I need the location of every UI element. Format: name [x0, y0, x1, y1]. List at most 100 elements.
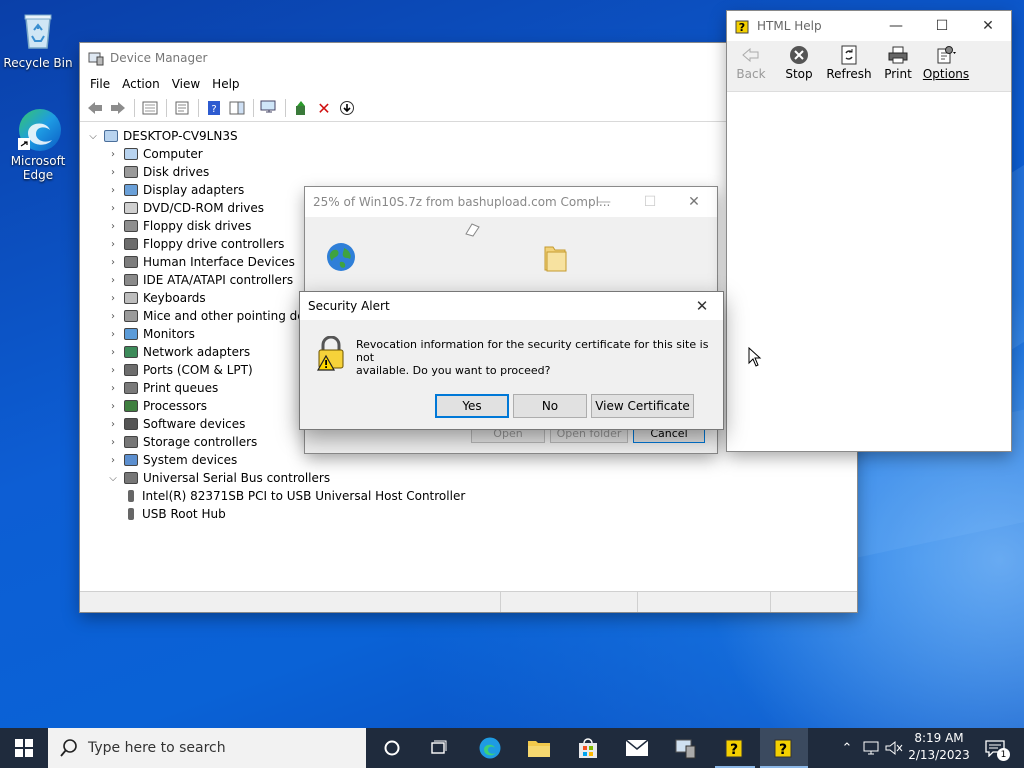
close-button[interactable]: ✕ — [684, 292, 720, 320]
maximize-button[interactable]: ☐ — [627, 187, 673, 217]
refresh-button[interactable]: Refresh — [823, 43, 875, 81]
chevron-right-icon[interactable]: › — [106, 401, 120, 412]
tree-category-ports[interactable]: › Ports (COM & LPT) — [106, 361, 253, 379]
tree-category-processor[interactable]: › Processors — [106, 397, 207, 415]
minimize-button[interactable]: — — [581, 187, 627, 217]
tree-category-network-adapter[interactable]: › Network adapters — [106, 343, 250, 361]
taskbar-edge-button[interactable] — [466, 728, 514, 768]
forward-arrow-icon[interactable] — [107, 97, 129, 119]
chevron-right-icon[interactable]: › — [106, 203, 120, 214]
taskbar-file-explorer-button[interactable] — [515, 728, 563, 768]
chevron-right-icon[interactable]: › — [106, 383, 120, 394]
volume-muted-icon[interactable] — [883, 728, 905, 768]
start-button[interactable] — [0, 728, 48, 768]
tree-category-ide-controller[interactable]: › IDE ATA/ATAPI controllers — [106, 271, 293, 289]
device-manager-title: Device Manager — [110, 51, 208, 65]
tree-category-floppy-controller[interactable]: › Floppy drive controllers — [106, 235, 284, 253]
chevron-right-icon[interactable]: › — [106, 149, 120, 160]
menu-view[interactable]: View — [166, 77, 206, 91]
taskbar-mail-button[interactable] — [613, 728, 661, 768]
chevron-right-icon[interactable]: › — [106, 275, 120, 286]
chevron-down-icon[interactable]: ⌵ — [86, 131, 100, 142]
back-arrow-icon[interactable] — [84, 97, 106, 119]
tree-category-floppy-disk[interactable]: › Floppy disk drives — [106, 217, 251, 235]
cortana-icon — [384, 740, 400, 756]
properties-icon[interactable] — [171, 97, 193, 119]
edge-desktop-icon[interactable]: Microsoft Edge — [0, 106, 76, 182]
tree-device-usb-0[interactable]: Intel(R) 82371SB PCI to USB Universal Ho… — [126, 487, 465, 505]
tree-category-system-devices[interactable]: › System devices — [106, 451, 237, 469]
tree-category-storage-controller[interactable]: › Storage controllers — [106, 433, 257, 451]
taskbar-html-help-active-button[interactable]: ? — [760, 728, 808, 768]
chevron-right-icon[interactable]: › — [106, 185, 120, 196]
store-bag-icon — [579, 738, 597, 758]
help-icon[interactable]: ? — [203, 97, 225, 119]
back-button[interactable]: Back — [725, 43, 777, 81]
tree-category-mouse[interactable]: › Mice and other pointing devi — [106, 307, 315, 325]
download-titlebar[interactable]: 25% of Win10S.7z from bashupload.com Com… — [305, 187, 717, 217]
chevron-right-icon[interactable]: › — [106, 437, 120, 448]
no-button[interactable]: No — [513, 394, 587, 418]
print-button[interactable]: Print — [872, 43, 924, 81]
taskbar-device-manager-button[interactable] — [662, 728, 710, 768]
tray-chevron-up-icon[interactable]: ⌃ — [836, 728, 858, 768]
taskbar-search-box[interactable]: Type here to search — [48, 728, 366, 768]
menu-help[interactable]: Help — [206, 77, 245, 91]
chevron-right-icon[interactable]: › — [106, 347, 120, 358]
network-icon[interactable] — [860, 728, 882, 768]
chevron-right-icon[interactable]: › — [106, 167, 120, 178]
minimize-button[interactable]: — — [873, 11, 919, 41]
html-help-titlebar[interactable]: ? HTML Help — ☐ ✕ — [727, 11, 1011, 41]
chevron-right-icon[interactable]: › — [106, 293, 120, 304]
tree-category-printer[interactable]: › Print queues — [106, 379, 218, 397]
stop-button[interactable]: Stop — [773, 43, 825, 81]
chevron-right-icon[interactable]: › — [106, 455, 120, 466]
action-center-button[interactable]: 1 — [980, 728, 1010, 768]
security-alert-titlebar[interactable]: Security Alert ✕ — [300, 292, 723, 320]
menu-action[interactable]: Action — [116, 77, 166, 91]
tree-category-monitor[interactable]: › Monitors — [106, 325, 195, 343]
tree-category-usb-controller[interactable]: ⌵ Universal Serial Bus controllers — [106, 469, 330, 487]
tree-category-computer[interactable]: › Computer — [106, 145, 203, 163]
taskbar-clock[interactable]: 8:19 AM 2/13/2023 — [906, 730, 972, 764]
tree-category-dvd-drive[interactable]: › DVD/CD-ROM drives — [106, 199, 264, 217]
taskbar-store-button[interactable] — [564, 728, 612, 768]
yes-button[interactable]: Yes — [435, 394, 509, 418]
tree-category-hid[interactable]: › Human Interface Devices — [106, 253, 295, 271]
close-button[interactable]: ✕ — [671, 187, 717, 217]
chevron-right-icon[interactable]: › — [106, 311, 120, 322]
show-hide-tree-icon[interactable] — [139, 97, 161, 119]
chevron-right-icon[interactable]: › — [106, 221, 120, 232]
menu-file[interactable]: File — [84, 77, 116, 91]
maximize-button[interactable]: ☐ — [919, 11, 965, 41]
chevron-right-icon[interactable]: › — [106, 365, 120, 376]
tree-device-usb-1[interactable]: USB Root Hub — [126, 505, 226, 523]
action-pane-icon[interactable] — [226, 97, 248, 119]
close-button[interactable]: ✕ — [965, 11, 1011, 41]
scan-hardware-icon[interactable] — [258, 97, 280, 119]
chevron-right-icon[interactable]: › — [106, 239, 120, 250]
padlock-warning-icon — [314, 335, 348, 375]
tree-category-display-adapters[interactable]: › Display adapters — [106, 181, 244, 199]
print-label: Print — [884, 67, 912, 81]
stop-icon — [773, 43, 825, 67]
download-driver-icon[interactable] — [336, 97, 358, 119]
view-certificate-button[interactable]: View Certificate — [591, 394, 694, 418]
recycle-bin-desktop-icon[interactable]: Recycle Bin — [0, 8, 76, 70]
tree-category-keyboard[interactable]: › Keyboards — [106, 289, 206, 307]
update-driver-icon[interactable] — [290, 97, 312, 119]
chevron-right-icon[interactable]: › — [106, 257, 120, 268]
chevron-right-icon[interactable]: › — [106, 419, 120, 430]
tree-root[interactable]: ⌵ DESKTOP-CV9LN3S — [86, 127, 237, 145]
chevron-down-icon[interactable]: ⌵ — [106, 473, 120, 484]
cortana-button[interactable] — [368, 728, 416, 768]
options-button[interactable]: Options — [920, 43, 972, 81]
tree-category-disk-drives[interactable]: › Disk drives — [106, 163, 209, 181]
chevron-right-icon[interactable]: › — [106, 329, 120, 340]
search-icon — [60, 739, 78, 757]
tree-category-label: Storage controllers — [143, 435, 258, 449]
task-view-button[interactable] — [416, 728, 464, 768]
taskbar-html-help-button[interactable]: ? — [711, 728, 759, 768]
uninstall-icon[interactable]: ✕ — [313, 97, 335, 119]
tree-category-software-device[interactable]: › Software devices — [106, 415, 245, 433]
